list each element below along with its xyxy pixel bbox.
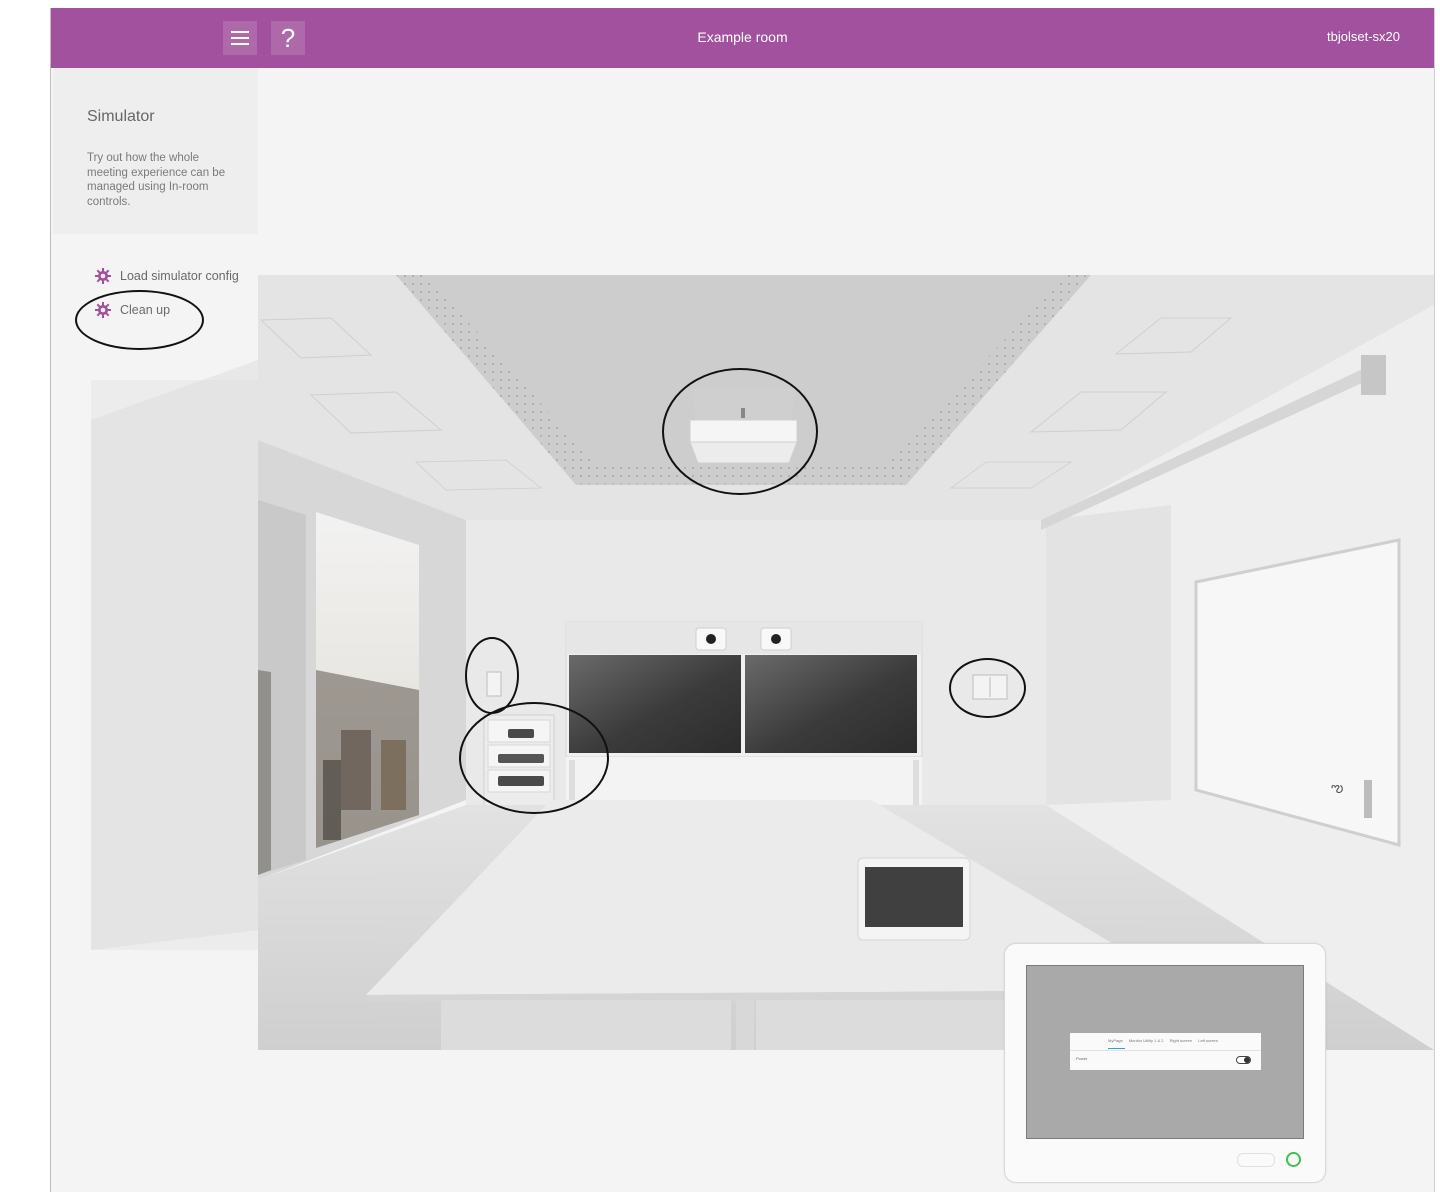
right-screen (745, 655, 917, 753)
light-switch (486, 671, 502, 697)
tab-left-screen[interactable]: Left screen (1198, 1038, 1218, 1043)
gear-icon (95, 268, 111, 284)
simulator-app: ఌ ? Example room tbjolset-sx20 Simulator… (50, 8, 1435, 1192)
clean-up-button[interactable]: Clean up (95, 301, 170, 319)
power-toggle[interactable] (1236, 1056, 1251, 1064)
top-bar: ? Example room tbjolset-sx20 (51, 8, 1434, 68)
touch-panel-home-button[interactable] (1237, 1153, 1275, 1167)
tab-mypage[interactable]: MyPage (1108, 1038, 1123, 1043)
load-simulator-config-button[interactable]: Load simulator config (95, 267, 239, 285)
tab-right-screen[interactable]: Right screen (1170, 1038, 1192, 1043)
clean-up-label: Clean up (120, 303, 171, 317)
dialog-divider (1070, 1050, 1261, 1051)
power-label: Power (1076, 1056, 1088, 1061)
simulator-panel: Simulator Try out how the whole meeting … (53, 68, 258, 234)
touch-panel-screen: MyPage Monitor Utility 1 & 2 Right scree… (1026, 965, 1304, 1139)
svg-text:ఌ: ఌ (1331, 780, 1343, 796)
simulator-description: Try out how the whole meeting experience… (87, 152, 226, 208)
touch-panel-dialog: MyPage Monitor Utility 1 & 2 Right scree… (1070, 1033, 1261, 1070)
simulator-title: Simulator (87, 108, 155, 125)
left-screen (569, 655, 741, 753)
tab-monitor-utility[interactable]: Monitor Utility 1 & 2 (1129, 1038, 1164, 1043)
tab-underline (1108, 1048, 1125, 1049)
touch-panel-device: MyPage Monitor Utility 1 & 2 Right scree… (1004, 943, 1326, 1183)
load-simulator-config-label: Load simulator config (120, 269, 239, 283)
device-id[interactable]: tbjolset-sx20 (1327, 29, 1400, 44)
touch-panel-status-ring[interactable] (1286, 1152, 1301, 1167)
room-title: Example room (697, 29, 788, 45)
gear-icon (95, 302, 111, 318)
touch-panel-tabs: MyPage Monitor Utility 1 & 2 Right scree… (1108, 1038, 1218, 1043)
